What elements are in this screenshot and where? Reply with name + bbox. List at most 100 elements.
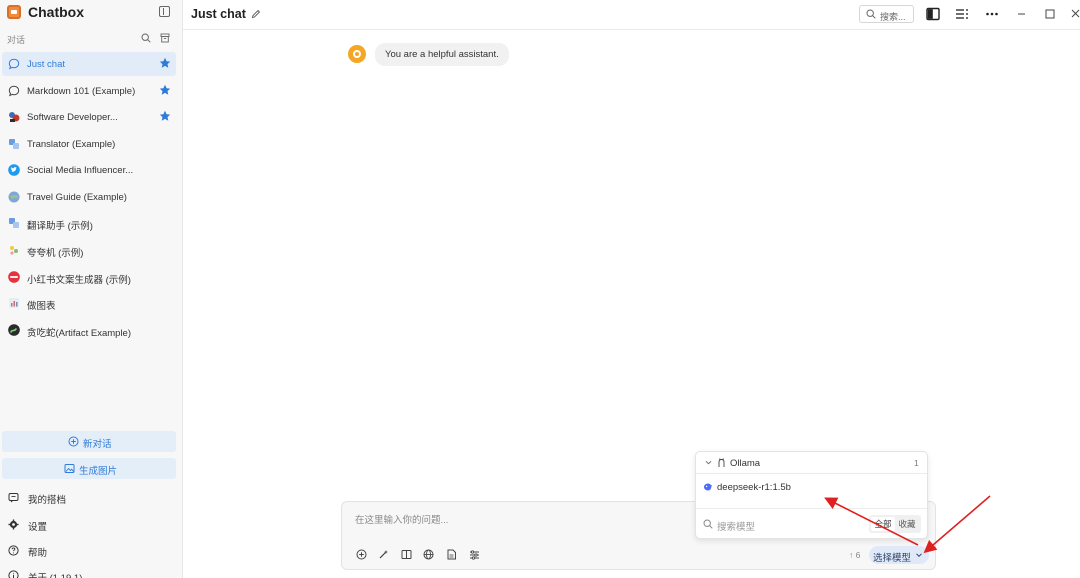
- search-button[interactable]: 搜索...: [859, 5, 914, 23]
- model-dropdown: Ollama 1 deepseek-r1:1.5b 搜索模型 全部 收藏: [695, 451, 928, 539]
- model-option-deepseek[interactable]: deepseek-r1:1.5b: [696, 477, 927, 497]
- conversations-header: 对话: [0, 31, 183, 47]
- filter-all-button[interactable]: 全部: [871, 517, 895, 531]
- session-label: Translator (Example): [27, 139, 116, 150]
- help-label: 帮助: [28, 548, 48, 559]
- select-model-label: 选择模型: [873, 553, 912, 564]
- ollama-icon: [718, 458, 725, 467]
- close-icon[interactable]: [1069, 7, 1080, 21]
- model-search-row: 搜索模型 全部 收藏: [696, 508, 927, 538]
- translator-avatar-icon: [9, 139, 19, 149]
- star-icon[interactable]: [159, 57, 171, 69]
- archive-icon[interactable]: [160, 33, 170, 43]
- search-icon: [703, 519, 713, 529]
- search-label: 搜索...: [880, 12, 906, 22]
- document-icon[interactable]: [446, 549, 457, 560]
- session-label: Just chat: [27, 59, 66, 70]
- snake-avatar-icon: [8, 324, 20, 336]
- globe-icon[interactable]: [423, 549, 434, 560]
- search-icon: [866, 9, 876, 19]
- settings-link[interactable]: 设置: [0, 515, 183, 535]
- top-bar: Just chat 搜索...: [183, 0, 1080, 30]
- token-count: ↑ 6: [849, 550, 861, 560]
- image-icon: [64, 464, 75, 473]
- about-link[interactable]: 关于 (1.19.1): [0, 566, 183, 578]
- star-icon[interactable]: [159, 84, 171, 96]
- new-image-button[interactable]: 生成图片: [2, 458, 176, 479]
- system-message: You are a helpful assistant.: [375, 43, 509, 66]
- provider-name: Ollama: [730, 458, 761, 469]
- filter-favorites-button[interactable]: 收藏: [895, 517, 919, 531]
- session-label: 做图表: [27, 301, 56, 312]
- session-label: Markdown 101 (Example): [27, 86, 136, 97]
- sidebar: Chatbox 对话 Just chat Markdown 101 (Examp…: [0, 0, 183, 578]
- minimize-icon[interactable]: [1015, 7, 1029, 21]
- select-model-button[interactable]: 选择模型: [869, 546, 929, 564]
- collapse-sidebar-icon[interactable]: [159, 6, 170, 17]
- session-label: 夸夸机 (示例): [27, 248, 84, 259]
- session-item-software-developer[interactable]: Software Developer...: [2, 105, 176, 129]
- toc-list-icon[interactable]: [955, 7, 969, 21]
- flower-avatar-icon: [10, 246, 18, 255]
- chart-avatar-icon: [9, 298, 19, 308]
- session-item-markdown[interactable]: Markdown 101 (Example): [2, 79, 176, 103]
- my-partner-link[interactable]: 我的搭档: [0, 488, 183, 508]
- system-message-text: You are a helpful assistant.: [385, 49, 499, 60]
- plus-circle-icon: [68, 436, 79, 447]
- model-search-input[interactable]: 搜索模型: [717, 519, 755, 533]
- new-chat-label: 新对话: [83, 439, 112, 450]
- system-avatar-icon: [348, 45, 366, 63]
- model-filter-toggle: 全部 收藏: [869, 515, 921, 533]
- session-item-xiaohongshu[interactable]: 小红书文案生成器 (示例): [2, 265, 176, 289]
- pencil-icon[interactable]: [251, 9, 261, 19]
- split-view-icon[interactable]: [926, 7, 940, 21]
- gear-icon: [8, 519, 19, 530]
- sliders-icon[interactable]: [469, 549, 480, 560]
- session-label: Social Media Influencer...: [27, 165, 134, 176]
- chatbox-logo-icon: [7, 5, 21, 19]
- partner-icon: [8, 493, 19, 503]
- provider-group-header[interactable]: Ollama 1: [696, 452, 927, 474]
- star-icon[interactable]: [159, 110, 171, 122]
- session-item-make-chart[interactable]: 做图表: [2, 291, 176, 315]
- wand-icon[interactable]: [378, 549, 389, 560]
- search-icon[interactable]: [141, 33, 151, 43]
- chat-bubble-icon: [8, 85, 20, 97]
- chat-bubble-icon: [8, 58, 20, 70]
- sidebar-header: Chatbox: [0, 0, 183, 26]
- session-label: 翻译助手 (示例): [27, 221, 93, 232]
- new-chat-button[interactable]: 新对话: [2, 431, 176, 452]
- conversations-label: 对话: [7, 35, 26, 45]
- deepseek-whale-icon: [704, 483, 713, 491]
- globe-avatar-icon: [8, 191, 20, 203]
- xiaohongshu-avatar-icon: [8, 271, 20, 283]
- session-item-translator[interactable]: Translator (Example): [2, 132, 176, 156]
- new-image-label: 生成图片: [79, 466, 118, 477]
- my-partner-label: 我的搭档: [28, 495, 67, 506]
- chevron-down-icon: [705, 460, 712, 465]
- session-label: 小红书文案生成器 (示例): [27, 275, 131, 286]
- session-item-social-media[interactable]: Social Media Influencer...: [2, 158, 176, 182]
- more-options-icon[interactable]: [985, 7, 999, 21]
- session-item-praise-bot[interactable]: 夸夸机 (示例): [2, 238, 176, 262]
- session-item-travel-guide[interactable]: Travel Guide (Example): [2, 185, 176, 209]
- twitter-avatar-icon: [8, 164, 20, 176]
- chevron-down-icon: [916, 553, 922, 558]
- about-label: 关于 (1.19.1): [28, 570, 82, 578]
- session-label: Software Developer...: [27, 112, 118, 123]
- settings-label: 设置: [28, 522, 48, 533]
- help-link[interactable]: 帮助: [0, 541, 183, 561]
- developer-avatar-icon: [9, 112, 20, 122]
- translator-avatar-icon: [9, 218, 19, 228]
- attach-plus-icon[interactable]: [356, 549, 367, 560]
- help-icon: [8, 545, 19, 556]
- provider-model-count: 1: [914, 458, 919, 468]
- info-icon: [8, 570, 19, 578]
- session-item-snake-game[interactable]: 贪吃蛇(Artifact Example): [2, 318, 176, 342]
- session-item-translator-cn[interactable]: 翻译助手 (示例): [2, 211, 176, 235]
- message-input[interactable]: 在这里输入你的问题...: [355, 512, 448, 526]
- app-title: Chatbox: [28, 4, 84, 20]
- maximize-icon[interactable]: [1043, 7, 1057, 21]
- book-icon[interactable]: [401, 549, 412, 560]
- session-item-just-chat[interactable]: Just chat: [2, 52, 176, 76]
